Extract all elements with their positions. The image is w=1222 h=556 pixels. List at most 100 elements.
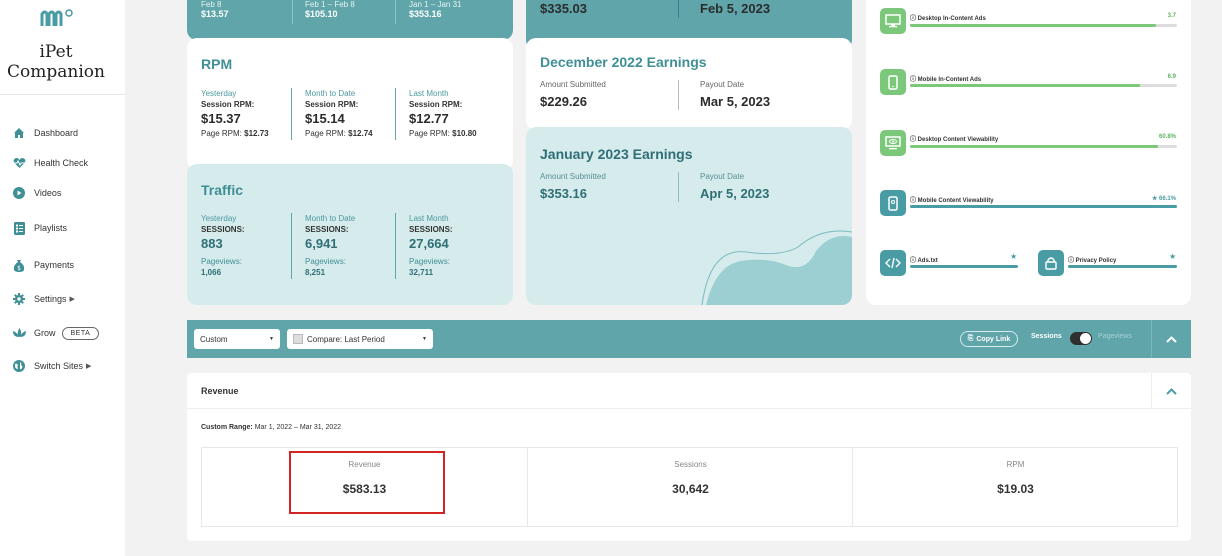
sidebar-item-playlists[interactable]: Playlists: [12, 221, 67, 235]
collapse-toolbar-button[interactable]: [1151, 320, 1191, 358]
chevron-up-icon: [1166, 387, 1177, 395]
metric-label: ⓘ Mobile Content Viewability: [910, 198, 994, 204]
divider: [291, 213, 292, 279]
divider: [678, 0, 679, 18]
metric-value: 6.9: [1167, 74, 1176, 80]
summary-label: Feb 8: [201, 0, 222, 9]
traffic-title: Traffic: [201, 182, 244, 198]
divider: [395, 0, 396, 24]
toggle-knob: [1080, 333, 1091, 344]
date-range-value: Custom: [200, 334, 228, 344]
wave-decoration: [701, 230, 852, 305]
page-rpm-label: Page RPM:: [305, 129, 346, 138]
amount-value: $229.26: [540, 94, 587, 109]
summary-value: $353.16: [409, 9, 442, 19]
metric-value-wrap: ★ 66.1%: [1136, 195, 1176, 202]
rpm-title: RPM: [201, 56, 233, 72]
metric-name: Desktop Content Viewability: [917, 137, 999, 143]
custom-range-line: Custom Range: Mar 1, 2022 – Mar 31, 2022: [201, 424, 341, 431]
star-icon: ★: [1169, 252, 1177, 261]
compare-select[interactable]: Compare: Last Period ▼: [287, 329, 433, 349]
star-icon: ★: [1151, 196, 1159, 202]
svg-text:$: $: [17, 265, 21, 272]
traffic-col-label: Yesterday: [201, 214, 237, 223]
sidebar-item-payments[interactable]: $ Payments: [12, 258, 74, 272]
traffic-col-sub: SESSIONS:: [409, 225, 453, 234]
heart-pulse-icon: [12, 156, 26, 170]
privacy-label: ⓘ Privacy Policy: [1068, 258, 1117, 264]
rpm-col-sub: Session RPM:: [305, 100, 359, 109]
traffic-col-sub: SESSIONS:: [201, 225, 245, 234]
sidebar-item-label: Grow: [34, 328, 56, 338]
summary-label: Jan 1 – Jan 31: [409, 0, 462, 9]
divider: [291, 88, 292, 140]
summary-label: Feb 1 – Feb 8: [305, 0, 355, 9]
beta-badge: BETA: [61, 326, 100, 340]
collapse-revenue-button[interactable]: [1151, 373, 1191, 409]
sessions-toggle-label: Sessions: [1031, 333, 1062, 340]
rpm-col-yesterday: Yesterday Session RPM: $15.37 Page RPM: …: [201, 88, 269, 139]
jan-date-col: Payout Date Apr 5, 2023: [700, 171, 769, 203]
gear-icon: [12, 292, 26, 306]
copy-link-button[interactable]: ⎘ Copy Link: [960, 331, 1018, 347]
payout-date-value: Apr 5, 2023: [700, 186, 770, 201]
traffic-col-month: Month to Date SESSIONS: 6,941 Pageviews:…: [305, 213, 355, 278]
date-range-select[interactable]: Custom ▼: [194, 329, 280, 349]
divider: [395, 213, 396, 279]
sidebar-item-label: Settings: [34, 294, 67, 304]
payout-date-label: Payout Date: [700, 80, 745, 89]
stat-sessions: Sessions 30,642: [528, 448, 853, 526]
metric-fill: [910, 24, 1156, 27]
brand-line-2: Companion: [7, 62, 105, 82]
revenue-header: Revenue: [187, 373, 1191, 409]
metric-track: [910, 205, 1177, 208]
summary-col-week: Feb 1 – Feb 8 $105.10: [305, 0, 355, 19]
page-rpm-value: $10.80: [452, 129, 477, 138]
metric-value: 3.7: [1167, 13, 1176, 19]
sidebar-item-grow[interactable]: Grow BETA: [12, 326, 100, 340]
divider: [678, 172, 679, 202]
sidebar-item-settings[interactable]: Settings ▶: [12, 292, 75, 306]
sidebar-divider: [0, 94, 125, 95]
sidebar-item-health-check[interactable]: Health Check: [12, 156, 88, 170]
stat-value: 30,642: [672, 482, 709, 496]
payout-date-value: Mar 5, 2023: [700, 94, 771, 109]
stat-label: RPM: [1006, 460, 1025, 469]
summary-col-month: Jan 1 – Jan 31 $353.16: [409, 0, 461, 19]
january-earnings-card: January 2023 Earnings Amount Submitted $…: [526, 127, 852, 305]
custom-range-label: Custom Range:: [201, 424, 253, 431]
pageviews-value: 8,251: [305, 268, 326, 277]
revenue-title: Revenue: [201, 386, 239, 396]
mobile-viewability-icon: [880, 190, 906, 216]
sidebar-item-label: Dashboard: [34, 128, 79, 138]
traffic-col-value: 27,664: [409, 236, 449, 251]
pageviews-value: 1,066: [201, 268, 222, 277]
sidebar-item-dashboard[interactable]: Dashboard: [12, 126, 78, 140]
mobile-icon: [880, 69, 906, 95]
dropdown-arrow-icon: ▼: [269, 336, 274, 342]
sidebar-item-label: Videos: [34, 188, 62, 198]
traffic-col-label: Month to Date: [305, 214, 356, 223]
rpm-col-label: Yesterday: [201, 89, 237, 98]
dec-date-col: Payout Date Mar 5, 2023: [700, 79, 770, 111]
rpm-col-sub: Session RPM:: [201, 100, 255, 109]
metric-fill: [910, 84, 1140, 87]
chevron-up-icon: [1166, 335, 1177, 343]
sidebar-item-videos[interactable]: Videos: [12, 186, 61, 200]
compare-checkbox[interactable]: [293, 334, 303, 344]
sessions-pageviews-toggle[interactable]: [1070, 332, 1092, 345]
privacy-name: Privacy Policy: [1075, 258, 1117, 264]
money-bag-icon: $: [12, 258, 26, 272]
sidebar-item-switch-sites[interactable]: Switch Sites ▶: [12, 359, 91, 373]
rpm-col-value: $15.14: [305, 111, 345, 126]
lock-icon: [1038, 250, 1064, 276]
traffic-col-value: 6,941: [305, 236, 338, 251]
ads-txt-label: ⓘ Ads.txt: [910, 258, 938, 264]
amount-label: Amount Submitted: [540, 80, 606, 89]
rpm-col-value: $15.37: [201, 111, 241, 126]
copy-link-label: Copy Link: [976, 335, 1011, 343]
desktop-icon: [880, 8, 906, 34]
play-icon: [12, 186, 26, 200]
sidebar-item-label: Switch Sites: [34, 361, 84, 371]
amount-value: $353.16: [540, 186, 587, 201]
